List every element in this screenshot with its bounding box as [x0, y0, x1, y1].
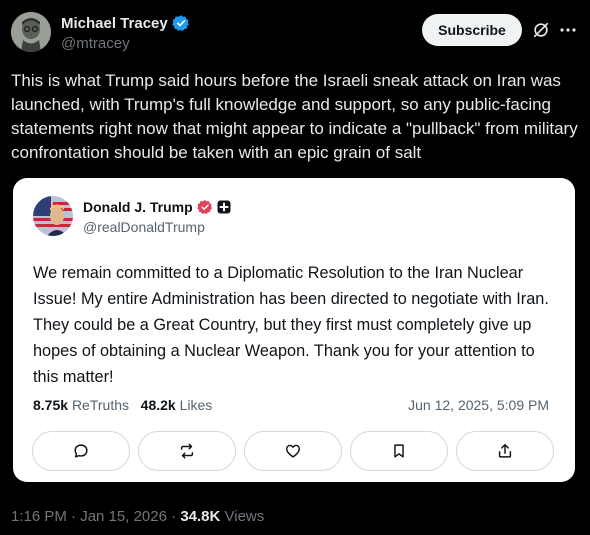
share-icon: [498, 443, 512, 458]
share-button[interactable]: [456, 431, 554, 471]
quoted-author-block: Donald J. Trump @realDonaldTrump: [83, 198, 231, 235]
author-name[interactable]: Michael Tracey: [61, 15, 168, 32]
meta-separator: ·: [166, 508, 181, 525]
subscribe-button[interactable]: Subscribe: [422, 14, 522, 46]
author-avatar[interactable]: [11, 12, 51, 52]
comment-button[interactable]: [32, 431, 130, 471]
quoted-author-name-row: Donald J. Trump: [83, 198, 231, 216]
quoted-author-name: Donald J. Trump: [83, 199, 193, 215]
verified-badge-icon: [171, 15, 189, 31]
affiliate-badge-icon: [217, 200, 231, 214]
retruth-icon: [180, 443, 194, 459]
bookmark-button[interactable]: [350, 431, 448, 471]
author-block: Michael Tracey @mtracey: [61, 13, 190, 52]
author-handle[interactable]: @mtracey: [61, 35, 190, 52]
post-meta: 1:16 PM · Jan 15, 2026 · 34.8K Views: [11, 508, 264, 525]
likes-label: Likes: [179, 397, 213, 413]
author-name-row[interactable]: Michael Tracey: [61, 13, 190, 33]
comment-icon: [74, 444, 88, 458]
like-button[interactable]: [244, 431, 342, 471]
post-date[interactable]: Jan 15, 2026: [80, 508, 167, 525]
quoted-post-stats: 8.75k ReTruths 48.2k Likes: [33, 397, 212, 413]
retruth-button[interactable]: [138, 431, 236, 471]
quoted-post-text: We remain committed to a Diplomatic Reso…: [33, 264, 549, 386]
like-icon: [285, 444, 301, 458]
retruths-count: 8.75k: [33, 397, 69, 413]
quoted-verified-badge-icon: [196, 200, 212, 214]
views-count: 34.8K: [180, 508, 221, 525]
likes-count: 48.2k: [140, 397, 176, 413]
more-options-icon[interactable]: [558, 20, 578, 40]
post-text: This is what Trump said hours before the…: [11, 71, 578, 162]
quoted-post-card[interactable]: Donald J. Trump @realDonaldTrump We rema…: [13, 178, 575, 482]
meta-separator: ·: [66, 508, 81, 525]
quoted-post-date: Jun 12, 2025, 5:09 PM: [408, 397, 549, 413]
views-label: Views: [220, 508, 265, 525]
post-time[interactable]: 1:16 PM: [11, 508, 67, 525]
retruths-label: ReTruths: [71, 397, 129, 413]
quoted-author-avatar: [33, 196, 73, 236]
bookmark-icon: [394, 444, 404, 458]
quoted-post-actions: [32, 431, 554, 471]
quoted-author-handle: @realDonaldTrump: [83, 219, 205, 235]
grok-icon[interactable]: [532, 21, 550, 39]
